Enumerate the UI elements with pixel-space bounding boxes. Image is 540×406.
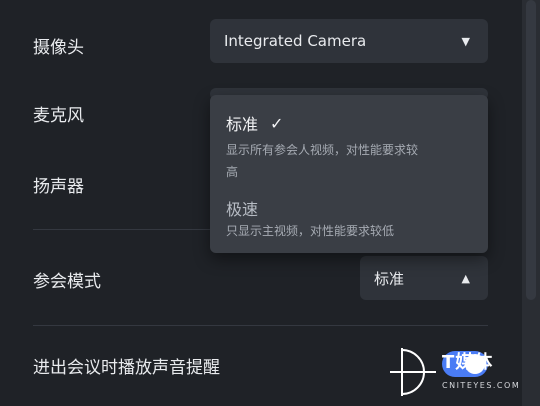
option-desc: 只显示主视频，对性能要求较低 <box>226 224 395 238</box>
watermark-subtext: CNITEYES.COM <box>442 381 521 390</box>
join-sound-label: 进出会议时播放声音提醒 <box>33 358 220 378</box>
camera-select-value: Integrated Camera <box>224 32 367 50</box>
speaker-label: 扬声器 <box>33 177 84 197</box>
divider <box>33 325 488 326</box>
watermark-logo-icon <box>390 348 436 396</box>
dropdown-option-fast[interactable]: 极速 只显示主视频，对性能要求较低 <box>226 196 474 242</box>
watermark-text: T媒体 <box>442 352 494 373</box>
meeting-mode-select[interactable]: 标准 ▲ <box>360 256 488 300</box>
meeting-mode-label: 参会模式 <box>33 272 101 292</box>
option-desc: 高 <box>226 165 239 179</box>
option-title: 极速 <box>226 200 259 219</box>
check-icon: ✓ <box>270 113 284 133</box>
option-desc: 显示所有参会人视频，对性能要求较 <box>226 143 419 157</box>
caret-up-icon: ▲ <box>461 271 470 285</box>
camera-label: 摄像头 <box>33 38 84 58</box>
dropdown-option-standard[interactable]: 标准 ✓ 显示所有参会人视频，对性能要求较 高 <box>226 111 474 183</box>
watermark: T媒体 CNITEYES.COM <box>386 344 536 400</box>
caret-down-icon: ▼ <box>461 34 470 48</box>
microphone-label: 麦克风 <box>33 106 84 126</box>
meeting-mode-dropdown: 标准 ✓ 显示所有参会人视频，对性能要求较 高 极速 只显示主视频，对性能要求较… <box>210 95 488 253</box>
scrollbar-thumb[interactable] <box>526 0 536 300</box>
camera-select[interactable]: Integrated Camera ▼ <box>210 19 488 63</box>
meeting-mode-value: 标准 <box>374 269 405 288</box>
option-title: 标准 <box>226 115 259 134</box>
